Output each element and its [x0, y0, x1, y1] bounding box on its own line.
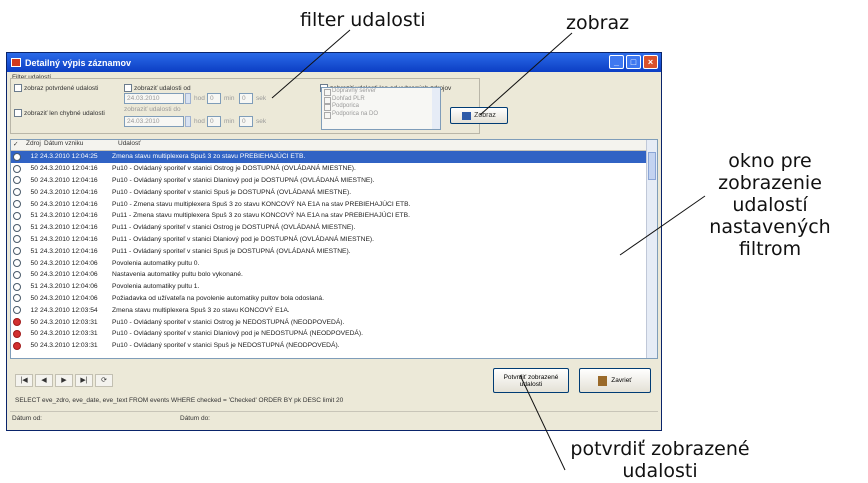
- callout-filter: [271, 29, 351, 99]
- callout-okno: [619, 195, 706, 256]
- callout-zobraz: [479, 32, 573, 116]
- callout-potvrdit: [519, 374, 566, 471]
- callout-lines: [271, 29, 706, 471]
